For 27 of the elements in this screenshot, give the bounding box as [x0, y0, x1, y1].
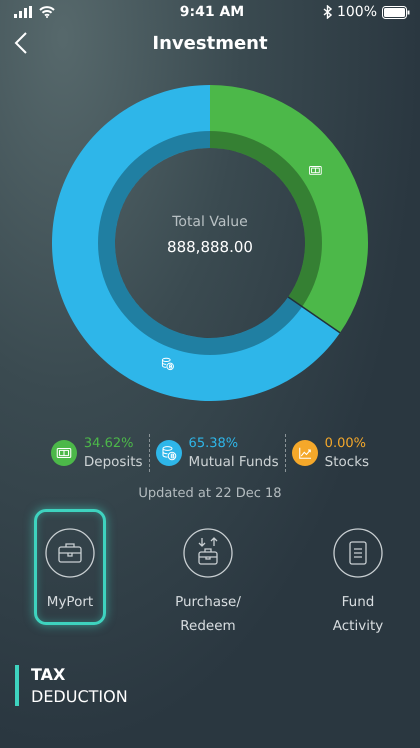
action-button[interactable]: Fund Activity — [310, 509, 406, 641]
section-title: TAX — [31, 665, 66, 684]
bluetooth-icon — [322, 5, 332, 19]
legend-percent: 65.38% — [188, 436, 240, 451]
signal-icon — [14, 6, 34, 18]
page-title: Investment — [151, 32, 269, 54]
updated-date: Updated at 22 Dec 18 — [138, 486, 282, 501]
battery-icon — [382, 6, 410, 18]
legend-percent: 0.00% — [324, 436, 367, 451]
total-value: 888,888.00 — [167, 238, 253, 256]
status-time: 9:41 AM — [180, 4, 244, 20]
legend-label: Stocks — [324, 454, 370, 470]
legend-label: Mutual Funds — [188, 454, 279, 470]
coins-icon — [162, 358, 174, 370]
briefcase-arrows-icon — [183, 528, 233, 578]
action-button[interactable]: Purchase/ Redeem — [160, 509, 256, 641]
wifi-icon — [39, 6, 55, 18]
legend-percent: 34.62% — [84, 436, 134, 451]
battery-percent: 100% — [336, 4, 377, 20]
section-subtitle: DEDUCTION — [31, 687, 128, 706]
legend-label: Deposits — [84, 454, 143, 470]
total-value-label: Total Value — [172, 214, 248, 230]
document-icon — [333, 528, 383, 578]
briefcase-icon — [45, 528, 95, 578]
action-button[interactable]: MyPort — [34, 509, 106, 625]
back-icon[interactable] — [14, 32, 28, 54]
banknote-icon — [309, 166, 322, 175]
